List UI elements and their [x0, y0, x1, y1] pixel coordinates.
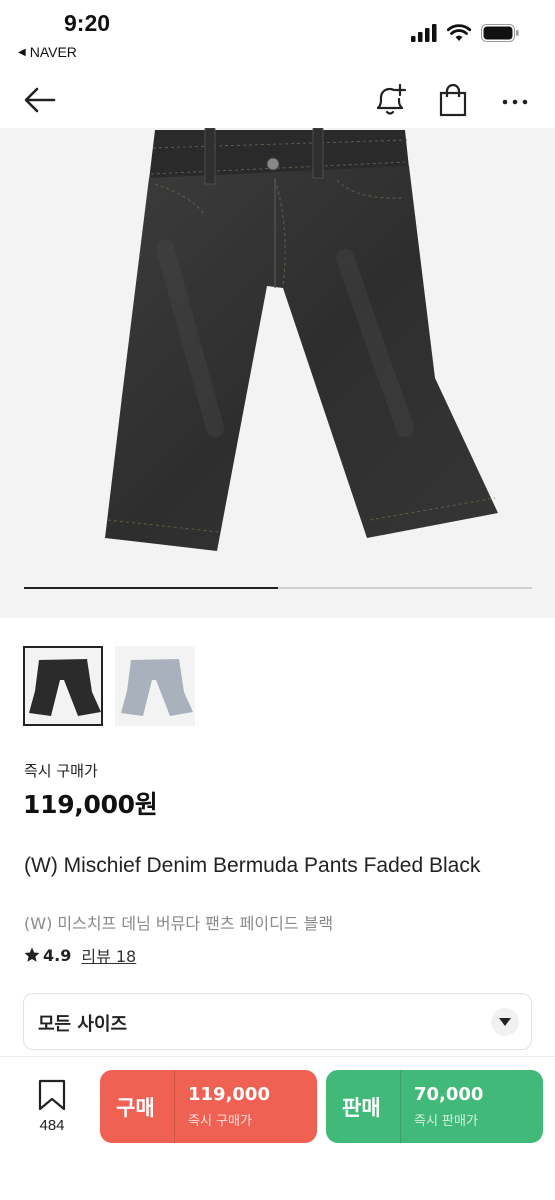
- size-selector-label: 모든 사이즈: [38, 1014, 128, 1035]
- back-to-app-link[interactable]: ◀ NAVER: [18, 44, 77, 60]
- product-image: [105, 128, 498, 551]
- thumbnail-black[interactable]: [23, 646, 103, 726]
- product-title-korean: (W) 미스치프 데님 버뮤다 팬츠 페이디드 블랙: [24, 914, 334, 933]
- rating-value: 4.9: [43, 945, 72, 965]
- thumbnail-light-wash[interactable]: [115, 646, 195, 726]
- thumbnail-image: [29, 659, 101, 716]
- thumbnail-image: [121, 659, 193, 716]
- carousel-progress-fill: [24, 587, 278, 589]
- chevron-down-icon: [491, 1008, 519, 1036]
- buy-button-price: 119,000: [188, 1084, 270, 1105]
- rating-row: 4.9 리뷰 18: [23, 943, 136, 967]
- back-app-label: NAVER: [29, 44, 77, 60]
- bookmark-button[interactable]: 484: [30, 1079, 74, 1139]
- buy-button[interactable]: 구매 119,000 즉시 구매가: [100, 1070, 317, 1143]
- instant-buy-price: 119,000원: [23, 790, 158, 819]
- sell-button-label: 판매: [342, 1096, 381, 1120]
- carousel-progress: [24, 587, 532, 589]
- star-icon: [24, 947, 40, 962]
- navigation-bar: [0, 72, 555, 128]
- status-bar: 9:20 ◀ NAVER: [0, 0, 555, 70]
- product-title: (W) Mischief Denim Bermuda Pants Faded B…: [24, 854, 481, 877]
- shopping-bag-icon[interactable]: [436, 82, 470, 118]
- ellipsis-icon[interactable]: [497, 82, 533, 118]
- product-image-carousel[interactable]: [0, 128, 555, 618]
- status-time: 9:20: [64, 10, 111, 36]
- back-triangle-icon: ◀: [18, 46, 26, 58]
- review-link[interactable]: 리뷰 18: [81, 943, 136, 967]
- wifi-icon: [447, 24, 471, 41]
- bookmark-count: 484: [39, 1117, 65, 1134]
- sell-button-sub: 즉시 판매가: [414, 1114, 478, 1129]
- buy-button-label: 구매: [116, 1096, 155, 1120]
- sell-button[interactable]: 판매 70,000 즉시 판매가: [326, 1070, 543, 1143]
- instant-buy-price-label: 즉시 구매가: [24, 762, 98, 780]
- arrow-left-icon[interactable]: [22, 82, 58, 118]
- sell-button-price: 70,000: [414, 1084, 484, 1105]
- buy-button-divider: [174, 1070, 175, 1143]
- cellular-signal-icon: [411, 24, 437, 42]
- thumbnail-list: [23, 646, 195, 726]
- battery-icon: [481, 24, 519, 42]
- buy-button-sub: 즉시 구매가: [188, 1114, 252, 1129]
- bottom-action-bar: 484 구매 119,000 즉시 구매가 판매 70,000 즉시 판매가: [0, 1056, 555, 1200]
- size-selector[interactable]: 모든 사이즈: [23, 993, 532, 1050]
- bookmark-icon: [38, 1079, 66, 1111]
- bell-plus-icon[interactable]: [374, 82, 408, 118]
- sell-button-divider: [400, 1070, 401, 1143]
- status-icons: [411, 24, 519, 42]
